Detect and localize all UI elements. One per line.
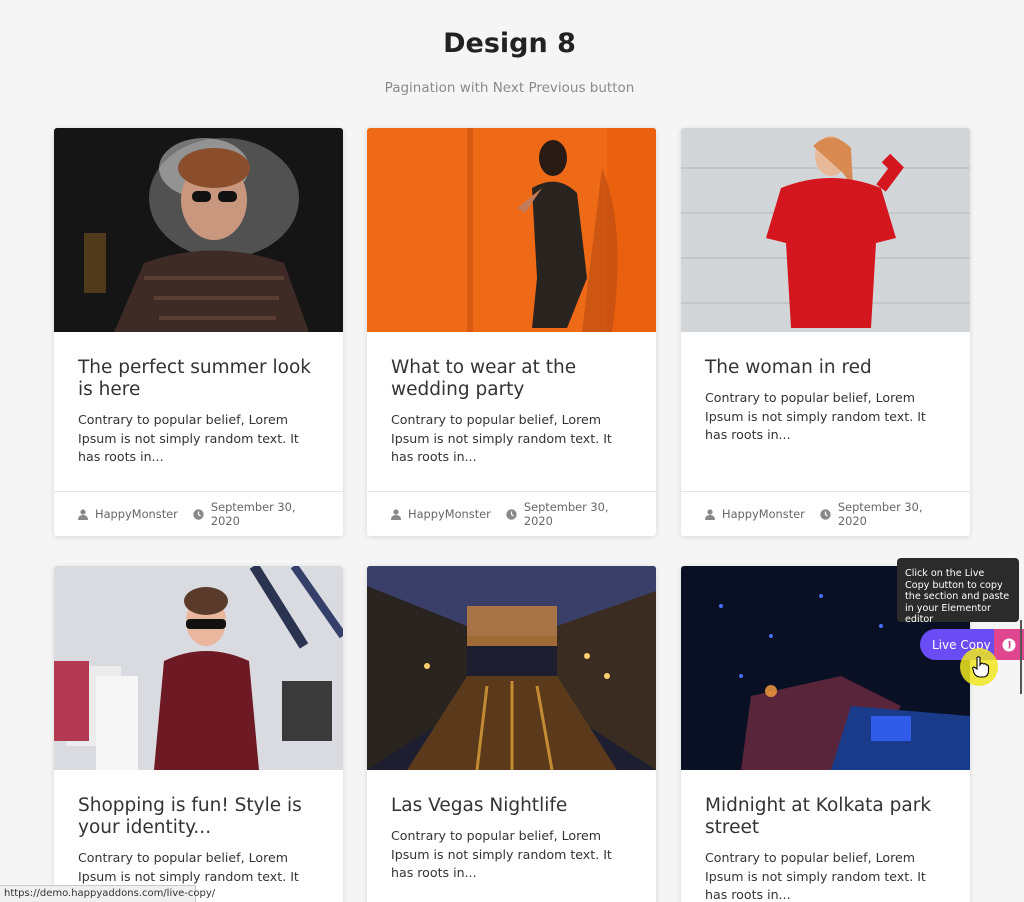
post-excerpt: Contrary to popular belief, Lorem Ipsum … [705, 390, 926, 442]
shopping-woman-image [54, 566, 343, 770]
post-title[interactable]: Las Vegas Nightlife [391, 795, 632, 817]
date-meta: September 30, 2020 [193, 500, 328, 528]
author-meta: HappyMonster [705, 507, 805, 521]
date-meta: September 30, 2020 [506, 500, 641, 528]
post-title[interactable]: Shopping is fun! Style is your identity.… [78, 795, 319, 839]
post-title[interactable]: Midnight at Kolkata park street [705, 795, 946, 839]
smoke-portrait-image [54, 128, 343, 332]
clock-icon [193, 508, 204, 520]
post-thumbnail[interactable] [54, 128, 343, 332]
post-date: September 30, 2020 [210, 500, 296, 528]
post-title[interactable]: What to wear at the wedding party [391, 357, 632, 401]
post-meta: HappyMonster September 30, 2020 [54, 491, 343, 536]
post-card[interactable]: The perfect summer look is here Contrary… [54, 128, 343, 536]
date-meta: September 30, 2020 [820, 500, 955, 528]
post-author[interactable]: HappyMonster [408, 507, 491, 521]
post-card[interactable]: Shopping is fun! Style is your identity.… [54, 566, 343, 902]
post-author[interactable]: HappyMonster [722, 507, 805, 521]
post-thumbnail[interactable] [367, 566, 656, 770]
post-card[interactable]: What to wear at the wedding party Contra… [367, 128, 656, 536]
clock-icon [820, 508, 831, 520]
post-excerpt: Contrary to popular belief, Lorem Ipsum … [78, 412, 299, 464]
post-excerpt: Contrary to popular belief, Lorem Ipsum … [391, 412, 612, 464]
post-card[interactable]: The woman in red Contrary to popular bel… [681, 128, 970, 536]
post-date: September 30, 2020 [523, 500, 609, 528]
canal-night-image [367, 566, 656, 770]
scrollbar-thumb[interactable] [1020, 620, 1022, 694]
clock-icon [506, 508, 517, 520]
post-date: September 30, 2020 [837, 500, 923, 528]
post-title[interactable]: The woman in red [705, 357, 946, 379]
post-meta: HappyMonster September 30, 2020 [681, 491, 970, 536]
post-card[interactable]: Las Vegas Nightlife Contrary to popular … [367, 566, 656, 902]
page-subtitle: Pagination with Next Previous button [384, 80, 635, 96]
orange-wall-image [367, 128, 656, 332]
post-excerpt: Contrary to popular belief, Lorem Ipsum … [391, 828, 612, 880]
post-thumbnail[interactable] [54, 566, 343, 770]
post-thumbnail[interactable] [681, 128, 970, 332]
post-thumbnail[interactable] [367, 128, 656, 332]
info-icon [1002, 638, 1016, 651]
author-meta: HappyMonster [78, 507, 178, 521]
page-title: Design 8 [443, 28, 576, 59]
woman-in-red-image [681, 128, 970, 332]
user-icon [78, 508, 88, 520]
user-icon [705, 508, 715, 520]
post-meta: HappyMonster September 30, 2020 [367, 491, 656, 536]
post-author[interactable]: HappyMonster [95, 507, 178, 521]
status-bar-url: https://demo.happyaddons.com/live-copy/ [0, 885, 215, 902]
author-meta: HappyMonster [391, 507, 491, 521]
live-copy-tooltip: Click on the Live Copy button to copy th… [897, 558, 1019, 625]
post-title[interactable]: The perfect summer look is here [78, 357, 319, 401]
user-icon [391, 508, 401, 520]
post-excerpt: Contrary to popular belief, Lorem Ipsum … [705, 850, 926, 902]
hand-cursor-icon [972, 656, 990, 678]
